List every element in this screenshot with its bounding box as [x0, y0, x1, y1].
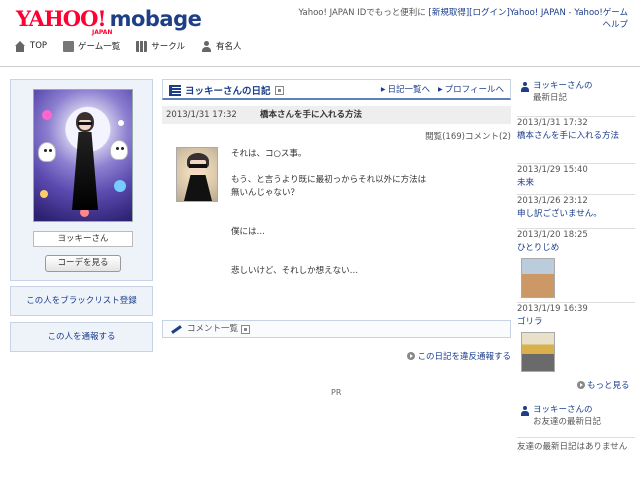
list-item[interactable]: 2013/1/31 17:32 橋本さんを手に入れる方法	[517, 116, 635, 143]
diary-header: ヨッキーさんの日記 日記一覧へ プロフィールへ	[162, 79, 511, 100]
more-label: もっと見る	[587, 381, 630, 391]
circle-icon	[136, 40, 148, 52]
entry-paragraph: もう、と言うより既に最初っからそれ以外に方法は無いんじゃない？	[231, 175, 427, 198]
more-link[interactable]: もっと見る	[577, 379, 630, 391]
recent-entry-date: 2013/1/29 15:40	[517, 165, 588, 175]
recent-head-line1[interactable]: ヨッキーさんの	[533, 80, 635, 92]
comment-list-label: コメント一覧	[187, 324, 239, 334]
id-promo-text: Yahoo! JAPAN IDでもっと便利に	[298, 8, 426, 18]
entry-paragraph: 僕には…	[231, 227, 266, 237]
nav-celebrity[interactable]: 有名人	[201, 40, 242, 52]
nav-circle[interactable]: サークル	[136, 40, 185, 52]
login-link[interactable]: [ログイン]	[469, 8, 510, 18]
entry-thumbnail[interactable]	[521, 258, 555, 298]
list-item[interactable]: 2013/1/20 18:25 ひとりじめ	[517, 228, 635, 298]
recent-entry-title[interactable]: 未来	[517, 177, 635, 190]
profile-panel: ヨッキーさん コーデを見る	[10, 79, 153, 281]
profile-name: ヨッキーさん	[33, 231, 133, 247]
entry-thumbnail[interactable]	[521, 332, 555, 372]
decor-bubble	[118, 120, 124, 126]
ghost-left	[38, 142, 56, 162]
entry-title: 橋本さんを手に入れる方法	[260, 110, 363, 120]
nav-games[interactable]: ゲーム一覧	[63, 40, 120, 52]
entry-date: 2013/1/31 17:32	[166, 110, 237, 120]
user-icon	[520, 406, 530, 416]
logo-japan-text: JAPAN	[92, 29, 113, 36]
logo-mobage-text: mobage	[109, 7, 202, 31]
user-icon	[520, 82, 530, 92]
friends-head-line1[interactable]: ヨッキーさんの	[533, 404, 635, 416]
rss-icon[interactable]	[274, 85, 284, 95]
arrow-circle-icon	[577, 381, 585, 389]
recent-entry-title[interactable]: ひとりじめ	[517, 242, 635, 255]
ghost-right	[110, 140, 128, 160]
arrow-circle-icon	[407, 352, 416, 360]
register-link[interactable]: [新規取得]	[429, 8, 470, 18]
sidebar-recent-diaries: ヨッキーさんの 最新日記 2013/1/31 17:32 橋本さんを手に入れる方…	[517, 80, 635, 452]
recent-entry-title[interactable]: ゴリラ	[517, 316, 635, 329]
celebrity-icon	[201, 40, 212, 52]
report-diary-label: この日記を違反通報する	[417, 352, 511, 362]
help-link[interactable]: ヘルプ	[602, 20, 628, 30]
profile-link[interactable]: プロフィールへ	[438, 83, 504, 95]
entry-stats: 閲覧(169)コメント(2)	[425, 132, 511, 142]
yahoo-japan-link[interactable]: Yahoo! JAPAN	[510, 8, 566, 18]
list-item[interactable]: 2013/1/19 16:39 ゴリラ	[517, 302, 635, 372]
report-user-button[interactable]: この人を通報する	[10, 322, 153, 352]
nav-top[interactable]: TOP	[14, 40, 47, 52]
pr-label: PR	[331, 388, 342, 397]
nav-circle-label: サークル	[151, 42, 186, 52]
entry-paragraph: それは、コ○ス事。	[231, 149, 307, 159]
comment-list-header: コメント一覧	[162, 320, 511, 338]
account-links: Yahoo! JAPAN IDでもっと便利に [新規取得][ログイン]Yahoo…	[208, 7, 628, 31]
recent-entry-date: 2013/1/31 17:32	[517, 118, 588, 128]
report-diary-link[interactable]: この日記を違反通報する	[162, 350, 511, 362]
game-icon	[63, 40, 75, 52]
friends-empty-message: 友達の最新日記はありません	[517, 437, 635, 453]
recent-head-line2: 最新日記	[533, 93, 568, 103]
friends-head-line2: お友達の最新日記	[533, 417, 602, 427]
recent-diary-heading: ヨッキーさんの 最新日記	[517, 80, 635, 104]
yahoo-mobage-logo[interactable]: YAHOO! JAPAN mobage	[16, 6, 202, 37]
decor-bubble	[40, 190, 48, 198]
friends-diary-heading: ヨッキーさんの お友達の最新日記	[517, 404, 635, 428]
entry-header-bar: 2013/1/31 17:32 橋本さんを手に入れる方法	[162, 106, 511, 124]
list-item[interactable]: 2013/1/29 15:40 未来	[517, 163, 635, 190]
recent-entry-title[interactable]: 申し訳ございません。	[517, 208, 635, 221]
entry-paragraph: 悲しいけど、それしか想えない…	[231, 266, 359, 276]
decor-bubble	[114, 180, 126, 192]
diary-title: ヨッキーさんの日記	[169, 83, 284, 97]
rss-icon[interactable]	[241, 324, 251, 334]
avatar-image[interactable]	[33, 89, 133, 222]
pen-icon	[171, 324, 182, 334]
view-coordinate-button[interactable]: コーデを見る	[45, 255, 121, 272]
avatar-figure	[72, 112, 98, 210]
nav-games-label: ゲーム一覧	[78, 42, 121, 52]
nav-celebrity-label: 有名人	[216, 42, 242, 52]
diary-nav-links: 日記一覧へ プロフィールへ	[381, 83, 504, 95]
recent-entry-title[interactable]: 橋本さんを手に入れる方法	[517, 130, 635, 143]
header-divider	[0, 66, 640, 67]
diary-list-icon	[169, 84, 181, 96]
blacklist-button[interactable]: この人をブラックリスト登録	[10, 286, 153, 316]
diary-title-text: ヨッキーさんの日記	[185, 86, 271, 97]
recent-entry-date: 2013/1/19 16:39	[517, 304, 588, 314]
author-thumbnail[interactable]	[176, 147, 218, 202]
main-nav: TOP ゲーム一覧 サークル 有名人	[14, 40, 242, 52]
logo-yahoo-text: YAHOO!	[16, 6, 107, 31]
list-item[interactable]: 2013/1/26 23:12 申し訳ございません。	[517, 194, 635, 221]
recent-entry-date: 2013/1/26 23:12	[517, 196, 588, 206]
page-header: YAHOO! JAPAN mobage Yahoo! JAPAN IDでもっと便…	[0, 0, 640, 64]
decor-bubble	[42, 110, 52, 120]
recent-entry-date: 2013/1/20 18:25	[517, 230, 588, 240]
home-icon	[14, 40, 26, 52]
yahoo-game-link[interactable]: Yahoo!ゲーム	[574, 8, 628, 18]
diary-list-link[interactable]: 日記一覧へ	[381, 83, 431, 95]
nav-top-label: TOP	[30, 41, 48, 51]
